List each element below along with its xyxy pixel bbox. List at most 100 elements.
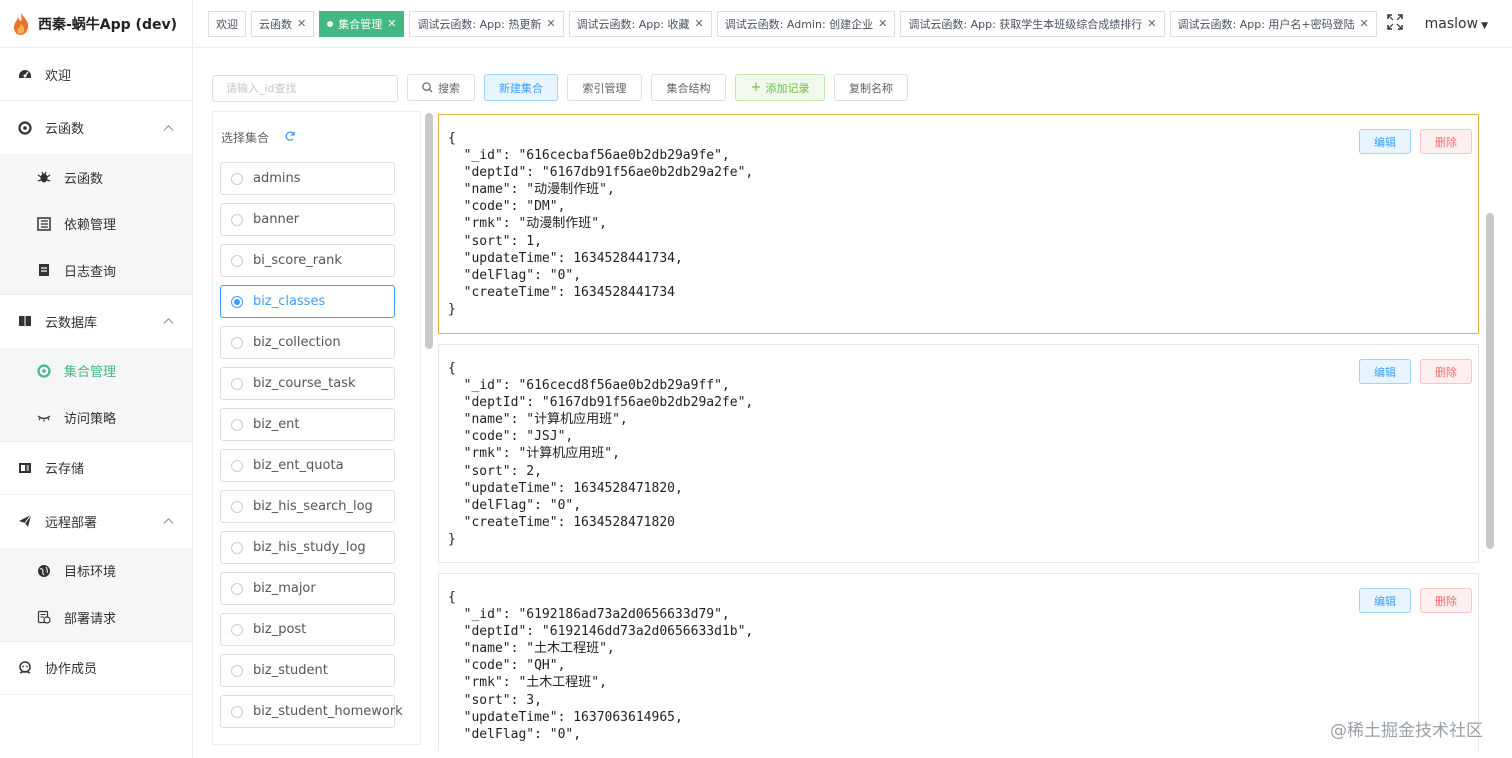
radio-icon[interactable] xyxy=(231,582,243,595)
collection-item[interactable]: biz_ent xyxy=(220,408,395,441)
collection-name: biz_ent xyxy=(253,417,300,432)
tab-cloud-function[interactable]: 云函数 ✕ xyxy=(251,10,315,37)
sidebar-item-cloud-function[interactable]: 云函数 xyxy=(0,101,192,154)
record-card: { "_id": "6192186ad73a2d0656633d79", "de… xyxy=(438,573,1479,751)
collection-list-scrollbar[interactable] xyxy=(425,113,433,349)
close-icon[interactable]: ✕ xyxy=(694,17,703,30)
tab-collections[interactable]: 集合管理 ✕ xyxy=(319,10,405,37)
collection-name: biz_post xyxy=(253,622,307,637)
record-json: { "_id": "616cecbaf56ae0b2db29a9fe", "de… xyxy=(448,131,754,317)
close-icon[interactable]: ✕ xyxy=(297,17,306,30)
collection-item[interactable]: biz_collection xyxy=(220,326,395,359)
radio-icon[interactable] xyxy=(231,377,243,390)
edit-button[interactable]: 编辑 xyxy=(1359,588,1411,613)
sidebar-item-label: 协作成员 xyxy=(45,662,98,677)
radio-icon[interactable] xyxy=(231,664,243,677)
tab-label: 调试云函数: Admin: 创建企业 xyxy=(724,17,874,31)
collection-item[interactable]: biz_his_search_log xyxy=(220,490,395,523)
radio-icon[interactable] xyxy=(231,459,243,472)
close-icon[interactable]: ✕ xyxy=(878,17,887,30)
delete-button[interactable]: 删除 xyxy=(1420,359,1472,384)
collection-item[interactable]: banner xyxy=(220,203,395,236)
collection-name: biz_student_homework xyxy=(253,704,403,719)
collection-icon xyxy=(36,363,52,379)
refresh-icon[interactable] xyxy=(284,130,296,145)
user-menu[interactable]: maslow ▼ xyxy=(1425,16,1488,32)
collection-item[interactable]: biz_student xyxy=(220,654,395,687)
add-record-button[interactable]: + 添加记录 xyxy=(735,74,825,101)
sidebar-item-welcome[interactable]: 欢迎 xyxy=(0,48,192,101)
copy-name-button[interactable]: 复制名称 xyxy=(834,74,908,101)
sidebar-item-storage[interactable]: 云存储 xyxy=(0,442,192,495)
records-scrollbar[interactable] xyxy=(1486,213,1494,549)
radio-icon[interactable] xyxy=(231,541,243,554)
submenu-cloud-function: 云函数 依赖管理 日志查询 xyxy=(0,154,192,295)
radio-icon[interactable] xyxy=(231,500,243,513)
radio-icon[interactable] xyxy=(231,623,243,636)
sidebar-item-target-env[interactable]: 目标环境 xyxy=(0,548,192,595)
radio-icon[interactable] xyxy=(231,418,243,431)
collection-name: biz_classes xyxy=(253,294,326,309)
tab-label: 云函数 xyxy=(259,17,292,31)
collection-list-header: 选择集合 xyxy=(221,129,296,146)
sidebar-item-team[interactable]: 协作成员 xyxy=(0,642,192,695)
sidebar-item-deploy-requests[interactable]: 部署请求 xyxy=(0,594,192,641)
close-icon[interactable]: ✕ xyxy=(387,17,396,30)
sidebar-item-functions[interactable]: 云函数 xyxy=(0,154,192,201)
collection-item[interactable]: biz_student_homework xyxy=(220,695,403,728)
collection-item[interactable]: admins xyxy=(220,162,395,195)
radio-icon[interactable] xyxy=(231,336,243,349)
tab-debug-login[interactable]: 调试云函数: App: 用户名+密码登陆 ✕ xyxy=(1169,10,1377,37)
radio-icon[interactable] xyxy=(231,254,243,267)
eye-icon xyxy=(36,409,52,425)
sidebar-item-access-policy[interactable]: 访问策略 xyxy=(0,394,192,441)
watermark-text: @稀土掘金技术社区 xyxy=(1330,721,1483,741)
sidebar-item-label: 欢迎 xyxy=(45,68,72,84)
search-button[interactable]: 搜索 xyxy=(407,74,475,101)
radio-icon[interactable] xyxy=(231,213,243,226)
sidebar-item-collections[interactable]: 集合管理 xyxy=(0,348,192,395)
sidebar-item-label: 云函数 xyxy=(45,122,85,137)
collection-item[interactable]: biz_course_task xyxy=(220,367,395,400)
tab-welcome[interactable]: 欢迎 xyxy=(208,10,246,37)
close-icon[interactable]: ✕ xyxy=(546,17,555,30)
tab-debug-favorite[interactable]: 调试云函数: App: 收藏 ✕ xyxy=(568,10,712,37)
edit-button[interactable]: 编辑 xyxy=(1359,359,1411,384)
collection-item[interactable]: biz_his_study_log xyxy=(220,531,395,564)
sidebar-item-label: 目标环境 xyxy=(64,565,117,581)
collection-item[interactable]: bi_score_rank xyxy=(220,244,395,277)
sidebar-item-label: 云数据库 xyxy=(45,315,98,331)
tab-debug-create-ent[interactable]: 调试云函数: Admin: 创建企业 ✕ xyxy=(716,10,896,37)
edit-button[interactable]: 编辑 xyxy=(1359,129,1411,154)
collection-structure-button[interactable]: 集合结构 xyxy=(651,74,726,101)
index-manage-button[interactable]: 索引管理 xyxy=(567,74,642,101)
database-icon xyxy=(17,313,33,329)
radio-icon[interactable] xyxy=(231,172,243,185)
button-label: 新建集合 xyxy=(499,81,543,95)
tab-debug-score-rank[interactable]: 调试云函数: App: 获取学生本班级综合成绩排行 ✕ xyxy=(900,10,1165,37)
collection-item[interactable]: biz_classes xyxy=(220,285,395,318)
sidebar-item-logs[interactable]: 日志查询 xyxy=(0,247,192,294)
close-icon[interactable]: ✕ xyxy=(1360,17,1369,30)
delete-button[interactable]: 删除 xyxy=(1420,588,1472,613)
send-icon xyxy=(17,513,33,529)
app-logo-bar[interactable]: 西秦-蜗牛App (dev) xyxy=(0,0,192,48)
radio-icon[interactable] xyxy=(231,295,243,308)
sidebar-item-cloud-database[interactable]: 云数据库 xyxy=(0,295,192,348)
tab-bar: 欢迎 云函数 ✕ 集合管理 ✕ 调试云函数: App: 热更新 ✕ 调试云函数:… xyxy=(193,10,1377,37)
sidebar-item-dependencies[interactable]: 依赖管理 xyxy=(0,201,192,248)
close-icon[interactable]: ✕ xyxy=(1147,17,1156,30)
id-search-input[interactable] xyxy=(212,74,398,102)
tab-debug-hot-update[interactable]: 调试云函数: App: 热更新 ✕ xyxy=(409,10,564,37)
delete-button[interactable]: 删除 xyxy=(1420,129,1472,154)
collection-item[interactable]: biz_post xyxy=(220,613,395,646)
collection-item[interactable]: biz_major xyxy=(220,572,395,605)
fullscreen-icon[interactable] xyxy=(1386,14,1403,34)
new-collection-button[interactable]: 新建集合 xyxy=(484,74,558,101)
collection-name: admins xyxy=(253,171,301,186)
radio-icon[interactable] xyxy=(231,705,243,718)
app-title: 西秦-蜗牛App (dev) xyxy=(38,16,178,33)
submenu-remote-deploy: 目标环境 部署请求 xyxy=(0,547,192,642)
collection-item[interactable]: biz_ent_quota xyxy=(220,449,395,482)
sidebar-item-remote-deploy[interactable]: 远程部署 xyxy=(0,495,192,548)
